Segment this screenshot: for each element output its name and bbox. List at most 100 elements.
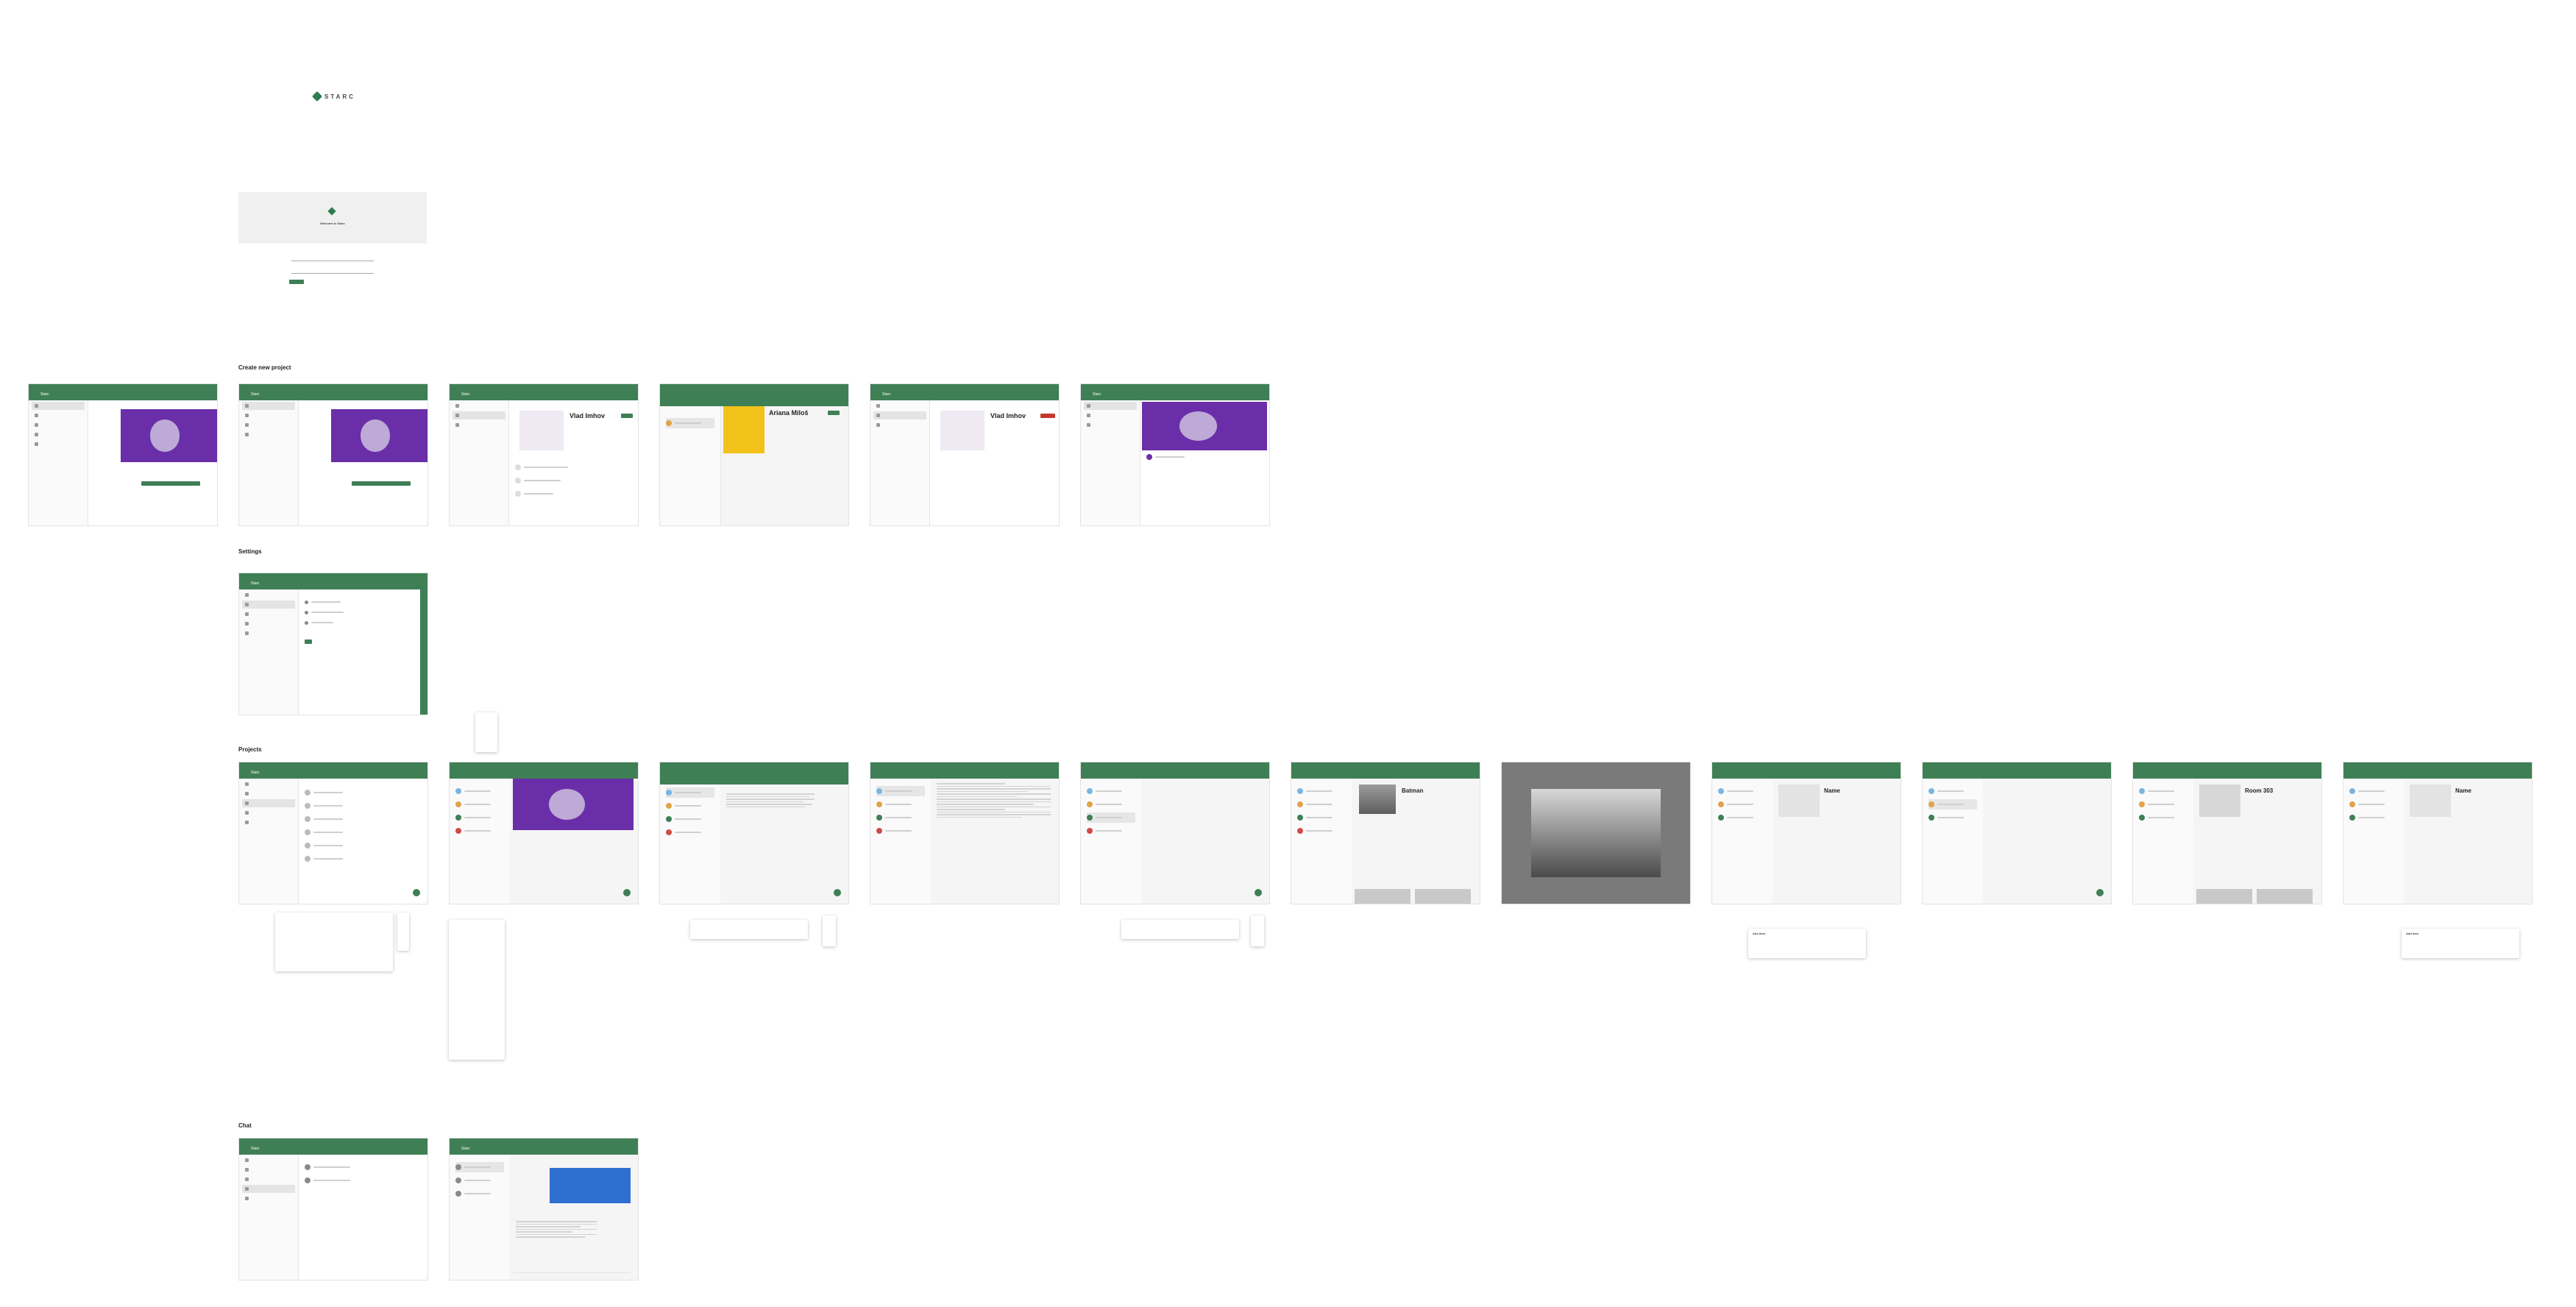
projects-frame-11: Name xyxy=(2343,762,2533,904)
fullscreen-photo xyxy=(1531,789,1661,877)
sidebar-item[interactable] xyxy=(32,421,85,429)
dialog-title: Add item xyxy=(1753,932,1766,935)
app-name: Starc xyxy=(251,1147,260,1151)
login-email-field[interactable] xyxy=(291,254,374,261)
location-name: Room 303 xyxy=(2245,787,2274,794)
app-name: Starc xyxy=(1093,392,1101,397)
section-title-projects: Projects xyxy=(238,746,262,753)
add-fab[interactable] xyxy=(834,889,841,896)
sidebar-item[interactable] xyxy=(242,818,295,826)
login-logo-icon xyxy=(327,207,336,216)
add-fab[interactable] xyxy=(413,889,420,896)
popup-menu[interactable] xyxy=(275,913,393,971)
gallery-thumb[interactable] xyxy=(1355,889,1411,904)
gallery-thumb[interactable] xyxy=(2257,889,2313,904)
add-fab[interactable] xyxy=(2096,889,2104,896)
message-input[interactable] xyxy=(513,1272,631,1278)
popup-menu[interactable] xyxy=(690,920,808,939)
script-editor[interactable] xyxy=(937,782,1051,819)
projects-frame-8: Name xyxy=(1711,762,1901,904)
login-title: Welcome to Starc xyxy=(320,222,345,225)
sidebar-item[interactable] xyxy=(242,1185,295,1193)
context-menu[interactable] xyxy=(397,913,409,951)
chat-list xyxy=(450,1155,510,1280)
sidebar-item[interactable] xyxy=(242,1156,295,1164)
sidebar-item[interactable] xyxy=(242,601,295,609)
section-title-settings: Settings xyxy=(238,548,262,555)
settings-save-button[interactable] xyxy=(305,640,312,644)
sidebar-item[interactable] xyxy=(242,1175,295,1183)
project-list xyxy=(870,779,931,904)
dropdown-menu[interactable] xyxy=(475,712,497,752)
gallery-thumb[interactable] xyxy=(1415,889,1471,904)
side-drawer[interactable] xyxy=(449,920,505,1060)
project-list xyxy=(1712,779,1773,904)
sidebar-item[interactable] xyxy=(32,440,85,448)
sidebar-item[interactable] xyxy=(242,629,295,637)
project-list xyxy=(660,784,720,904)
sidebar-item[interactable] xyxy=(242,402,295,410)
sidebar-item[interactable] xyxy=(1084,411,1137,419)
profile-name: Vlad Imhov xyxy=(990,412,1026,419)
sidebar-item[interactable] xyxy=(873,421,926,429)
profile-photo xyxy=(723,406,764,453)
login-button[interactable] xyxy=(289,280,304,284)
sidebar-item[interactable] xyxy=(32,402,85,410)
sidebar-item[interactable] xyxy=(242,620,295,628)
projects-frame-6: Batman xyxy=(1291,762,1480,904)
sidebar-item[interactable] xyxy=(873,402,926,410)
sidebar-item[interactable] xyxy=(453,411,505,419)
sidebar-item[interactable] xyxy=(32,431,85,439)
project-list xyxy=(1923,779,1983,904)
edit-button[interactable] xyxy=(828,411,840,415)
scrollbar[interactable] xyxy=(420,589,427,715)
sidebar-item[interactable] xyxy=(1084,402,1137,410)
create-project-button[interactable] xyxy=(352,481,411,486)
chat-frame-1: Starc xyxy=(238,1138,428,1281)
sidebar-item[interactable] xyxy=(32,411,85,419)
add-item-dialog[interactable]: Add item xyxy=(1748,929,1866,958)
sidebar-item[interactable] xyxy=(242,780,295,788)
context-menu[interactable] xyxy=(823,915,836,946)
sidebar-item[interactable] xyxy=(242,790,295,798)
logo-text: STARC xyxy=(324,93,355,100)
sidebar-item[interactable] xyxy=(242,809,295,817)
app-name: Starc xyxy=(251,581,260,586)
sidebar-item[interactable] xyxy=(242,591,295,599)
projects-frame-3 xyxy=(659,762,849,904)
sidebar-item[interactable] xyxy=(242,610,295,618)
sidebar-item[interactable] xyxy=(1084,421,1137,429)
sidebar-item[interactable] xyxy=(242,431,295,439)
sidebar-item[interactable] xyxy=(873,411,926,419)
image-placeholder[interactable] xyxy=(2410,784,2451,817)
image-placeholder[interactable] xyxy=(1778,784,1820,817)
sidebar-item[interactable] xyxy=(453,402,505,410)
gallery-thumb[interactable] xyxy=(2196,889,2252,904)
sidebar-item[interactable] xyxy=(453,421,505,429)
project-cover xyxy=(940,411,984,450)
projects-frame-2 xyxy=(449,762,639,904)
context-menu[interactable] xyxy=(1251,915,1264,946)
add-fab[interactable] xyxy=(623,889,631,896)
sidebar-item[interactable] xyxy=(242,1166,295,1174)
project-list xyxy=(660,406,721,525)
create-project-button[interactable] xyxy=(141,481,200,486)
sidebar-item[interactable] xyxy=(242,411,295,419)
hero-illustration xyxy=(513,779,634,830)
chat-image[interactable] xyxy=(550,1168,631,1203)
create-project-frame-6: Starc xyxy=(1080,383,1270,526)
dialog-title: Add item xyxy=(2406,932,2419,935)
sidebar-item[interactable] xyxy=(242,1194,295,1202)
add-fab[interactable] xyxy=(1255,889,1262,896)
edit-button[interactable] xyxy=(621,414,633,418)
projects-frame-9 xyxy=(1922,762,2112,904)
sidebar-item[interactable] xyxy=(242,421,295,429)
popup-menu[interactable] xyxy=(1121,920,1239,939)
add-item-dialog[interactable]: Add item xyxy=(2402,929,2519,958)
sidebar-item[interactable] xyxy=(242,799,295,807)
login-password-field[interactable] xyxy=(291,266,374,274)
name-heading: Name xyxy=(2455,787,2472,794)
starc-logo: STARC xyxy=(311,91,355,102)
location-sketch xyxy=(2199,784,2240,817)
delete-button[interactable] xyxy=(1040,414,1055,418)
